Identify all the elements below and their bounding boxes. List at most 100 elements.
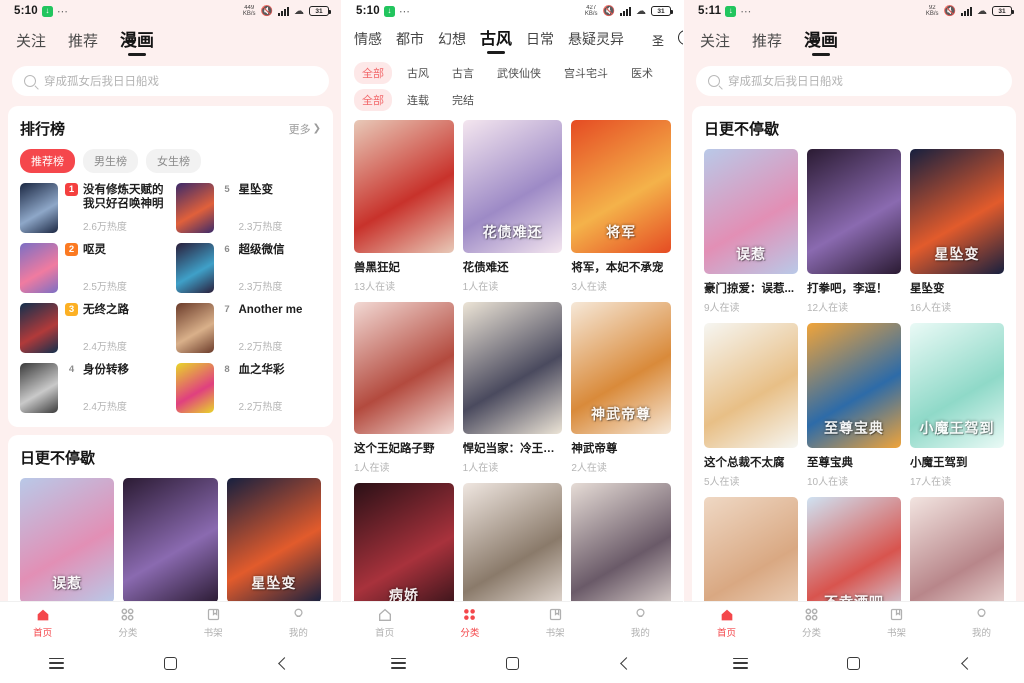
pill-female-rank[interactable]: 女生榜 [146,149,201,173]
filter-tag[interactable]: 古风 [399,62,437,84]
cattab-emotion[interactable]: 情感 [354,29,382,54]
bottom-nav-item-grid[interactable]: 分类 [85,606,170,639]
comic-cell[interactable]: 悍妃当家：冷王请... 1人在读 [462,301,563,474]
ranking-row[interactable]: 2 呕灵 2.5万热度 [20,243,166,297]
cattab-fantasy[interactable]: 幻想 [438,29,466,54]
comic-cell[interactable]: 误惹豪门掠爱：误惹...9人在读 [20,478,115,601]
bottom-nav-item-home[interactable]: 首页 [0,606,85,639]
filter-tag[interactable]: 宫斗宅斗 [556,62,616,84]
comic-cover[interactable]: 误惹 [704,149,798,275]
filter-tag[interactable]: 医术 [623,62,661,84]
comic-cover[interactable] [704,323,798,449]
comic-cell[interactable]: 兽黑狂妃 13人在读 [354,120,454,293]
comic-cover[interactable] [910,497,1004,601]
comic-cover[interactable] [462,301,563,435]
tab-recommend[interactable]: 推荐 [68,30,98,56]
comic-cell[interactable]: 你的世界7人在读 [910,497,1004,601]
tab-comics[interactable]: 漫画 [120,26,154,56]
comic-cell[interactable]: 星坠变星坠变16人在读 [910,149,1004,314]
ranking-row[interactable]: 1 没有修炼天赋的我只好召唤神明 2.6万热度 [20,183,166,237]
filter-tag[interactable]: 连载 [399,89,437,111]
home-button[interactable] [834,643,874,683]
tab-follow[interactable]: 关注 [16,30,46,56]
search-input[interactable]: 穿成孤女后我日日船戏 [728,73,843,89]
ranking-row[interactable]: 5 星坠变 2.3万热度 [175,183,322,237]
filter-tag[interactable]: 全部 [354,62,392,84]
comic-cover[interactable] [571,483,671,601]
comic-cover[interactable] [704,497,798,601]
comic-cover[interactable]: 不幸酒吧 [807,497,901,601]
comic-cover[interactable]: 病娇 [354,483,454,601]
bottom-nav-item-grid[interactable]: 分类 [769,606,854,639]
cattab-ancient[interactable]: 古风 [480,25,512,54]
comic-cover[interactable]: 至尊宝典 [807,323,901,449]
comic-cover[interactable]: 花债难还 [462,120,563,253]
pill-recommend-rank[interactable]: 推荐榜 [20,149,75,173]
back-button[interactable] [606,643,646,683]
home-button[interactable] [150,643,190,683]
search-bar[interactable]: 穿成孤女后我日日船戏 [12,66,329,96]
comic-cover[interactable] [354,120,454,253]
bottom-nav-item-person[interactable]: 我的 [256,606,341,639]
home-button[interactable] [492,643,532,683]
menu-button[interactable] [37,643,77,683]
comic-cell[interactable]: 花债难还 花债难还 1人在读 [462,120,563,293]
comic-cell[interactable]: 打拳吧，李逗！12人在读 [123,478,218,601]
filter-tag[interactable]: 古言 [444,62,482,84]
bottom-nav-item-book[interactable]: 书架 [854,606,939,639]
bottom-nav-item-grid[interactable]: 分类 [427,606,512,639]
tab-recommend[interactable]: 推荐 [752,30,782,56]
bottom-nav-item-book[interactable]: 书架 [513,606,598,639]
comic-cell[interactable]: 将军 将军，本妃不承宠 3人在读 [571,120,671,293]
daily-scroll-area[interactable]: 日更不停歇 误惹 豪门掠爱：误惹... 9人在读 打拳吧，李逗！ 12人在读 星坠变 星坠变… [684,106,1024,601]
comic-cell[interactable]: 误惹豪门掠爱：误惹...9人在读 [704,149,798,314]
menu-button[interactable] [721,643,761,683]
ranking-row[interactable]: 3 无终之路 2.4万热度 [20,303,166,357]
comic-cover[interactable] [123,478,218,601]
category-scroll-area[interactable]: 兽黑狂妃 13人在读 花债难还 花债难还 1人在读 将军 将军，本妃不承宠 3人在读这个王妃路… [342,120,683,601]
tab-comics[interactable]: 漫画 [804,26,838,56]
cattab-daily[interactable]: 日常 [526,29,554,54]
comic-cell[interactable]: 星坠变星坠变16人在读 [226,478,321,601]
comic-cover[interactable] [462,483,563,601]
comic-cover[interactable]: 误惹 [20,478,115,601]
comic-cell[interactable]: 打拳吧，李逗！12人在读 [807,149,901,314]
bottom-nav-item-home[interactable]: 首页 [684,606,769,639]
home-scroll-area[interactable]: 排行榜 更多 ❯ 推荐榜 男生榜 女生榜 1 没有修炼天赋的我只好召唤神明 2.6万… [0,106,341,601]
ranking-row[interactable]: 7 Another me 2.2万热度 [175,303,322,357]
ranking-row[interactable]: 4 身份转移 2.4万热度 [20,363,166,417]
cattab-urban[interactable]: 都市 [396,29,424,54]
comic-cell[interactable]: 报告摄政王：大佬...3人在读 [462,483,563,601]
bottom-nav-item-book[interactable]: 书架 [171,606,256,639]
search-input[interactable]: 穿成孤女后我日日船戏 [44,73,159,89]
filter-tag[interactable]: 全部 [354,89,392,111]
comic-cell[interactable]: 摄政王是病娇，得...5人在读 [571,483,671,601]
sort-button[interactable]: 圣 [652,32,664,54]
comic-cover[interactable] [807,149,901,275]
comic-cell[interactable]: 病娇祖宗嫁到：病娇魔...2人在读 [354,483,454,601]
ranking-row[interactable]: 8 血之华彩 2.2万热度 [175,363,322,417]
comic-cover[interactable]: 将军 [571,120,671,253]
comic-cell[interactable]: 至尊宝典 至尊宝典 10人在读 [807,323,901,488]
menu-button[interactable] [379,643,419,683]
comic-cover[interactable]: 神武帝尊 [571,301,671,435]
search-bar[interactable]: 穿成孤女后我日日船戏 [696,66,1012,96]
bottom-nav-item-person[interactable]: 我的 [939,606,1024,639]
filter-tag[interactable]: 武侠仙侠 [489,62,549,84]
comic-cover[interactable] [354,301,454,435]
comic-cover[interactable]: 星坠变 [910,149,1004,275]
filter-tag[interactable]: 完结 [444,89,482,111]
pill-male-rank[interactable]: 男生榜 [83,149,138,173]
back-button[interactable] [947,643,987,683]
comic-cell[interactable]: 这个总裁不太腐 5人在读 [704,323,798,488]
comic-cell[interactable]: 这个王妃路子野 1人在读 [354,301,454,475]
back-button[interactable] [264,643,304,683]
ranking-more-button[interactable]: 更多 ❯ [289,121,321,137]
comic-cell[interactable]: 小魔王驾到 小魔王驾到 17人在读 [910,323,1004,488]
comic-cell[interactable]: 不幸酒吧不幸酒吧24人在读 [807,497,901,601]
tab-follow[interactable]: 关注 [700,30,730,56]
comic-cell[interactable]: 新狙门14人在读 [704,497,798,601]
comic-cell[interactable]: 神武帝尊 神武帝尊 2人在读 [571,301,671,475]
comic-cover[interactable]: 小魔王驾到 [910,323,1004,449]
bottom-nav-item-home[interactable]: 首页 [342,606,427,639]
